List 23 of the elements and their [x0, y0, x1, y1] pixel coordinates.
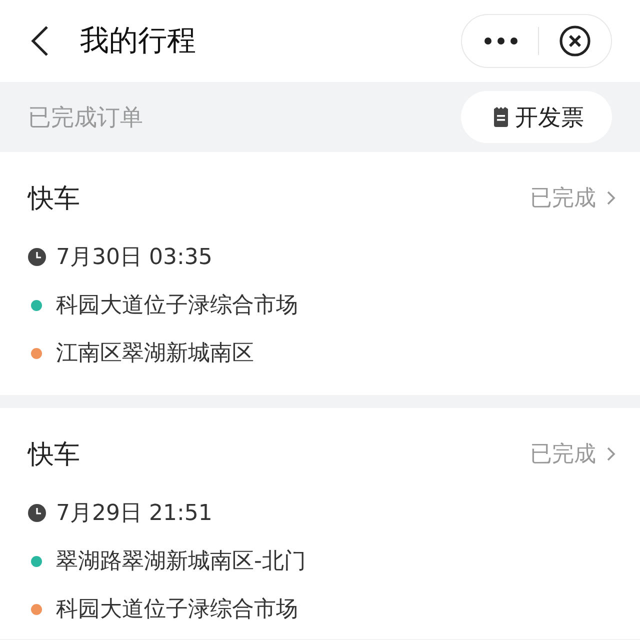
section-label: 已完成订单 — [28, 104, 143, 132]
page-title: 我的行程 — [80, 22, 197, 59]
trip-time: 7月29日 21:51 — [56, 500, 212, 528]
chevron-icon — [606, 446, 616, 462]
trip-type: 快车 — [28, 182, 81, 216]
location-name: 江南区翠湖新城南区 — [56, 340, 254, 368]
close-icon[interactable] — [559, 25, 591, 57]
back-icon[interactable] — [30, 25, 50, 57]
chevron-icon — [606, 190, 616, 206]
location-name: 科园大道位子渌综合市场 — [56, 292, 298, 320]
more-icon[interactable] — [484, 36, 518, 46]
trip-card[interactable]: 快车 已完成 7月29日 21:51 翠湖路翠湖新城南区-北门 科园大道位子渌综合市场 — [0, 408, 640, 639]
trip-status: 已完成 — [530, 185, 596, 213]
trip-card[interactable]: 快车 已完成 7月30日 03:35 科园大道位子渌综合市场 江南区翠湖新城南区 — [0, 152, 640, 395]
location-name: 科园大道位子渌综合市场 — [56, 596, 298, 624]
receipt-icon — [493, 107, 509, 127]
trip-time: 7月30日 03:35 — [56, 244, 212, 272]
invoice-button[interactable]: 开发票 — [461, 91, 612, 143]
trip-status: 已完成 — [530, 441, 596, 469]
clock-icon — [28, 248, 46, 266]
clock-icon — [28, 504, 46, 522]
location-name: 翠湖路翠湖新城南区-北门 — [56, 548, 306, 576]
trip-type: 快车 — [28, 438, 81, 472]
